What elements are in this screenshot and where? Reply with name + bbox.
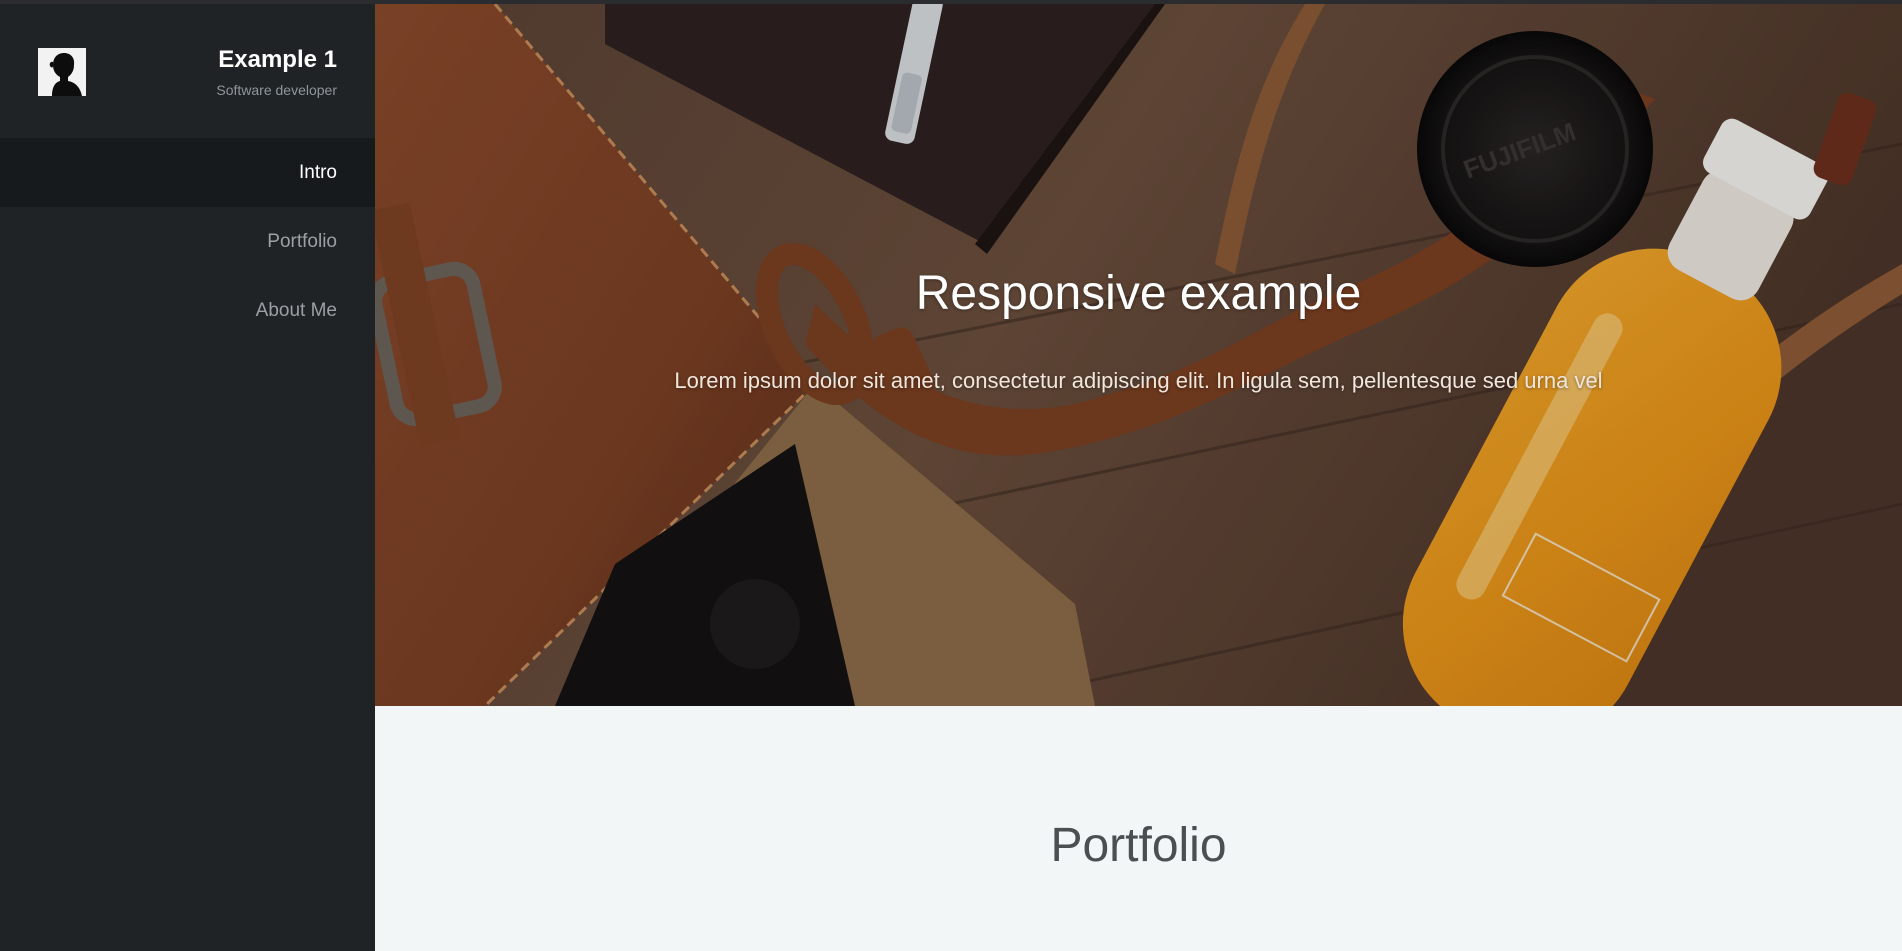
hero-title: Responsive example (915, 267, 1362, 320)
silhouette-avatar-icon (38, 48, 86, 96)
portfolio-text-cut (435, 942, 1842, 951)
hero-section: FUJIFILM Responsive example Lorem ipsum … (375, 4, 1902, 706)
nav-item-portfolio[interactable]: Portfolio (0, 207, 375, 276)
portfolio-title: Portfolio (1050, 819, 1227, 872)
top-border (0, 0, 1902, 4)
profile-role: Software developer (216, 82, 337, 98)
nav-item-intro[interactable]: Intro (0, 138, 375, 207)
hero-text: Lorem ipsum dolor sit amet, consectetur … (674, 368, 1603, 393)
hero-background-image: FUJIFILM (375, 4, 1902, 706)
profile-name: Example 1 (218, 46, 337, 73)
sidebar-nav: Intro Portfolio About Me (0, 138, 375, 345)
portfolio-section: Portfolio (375, 706, 1902, 951)
nav-item-about-me[interactable]: About Me (0, 276, 375, 345)
profile-header: Example 1 Software developer (0, 0, 375, 139)
sidebar: Example 1 Software developer Intro Portf… (0, 0, 375, 951)
